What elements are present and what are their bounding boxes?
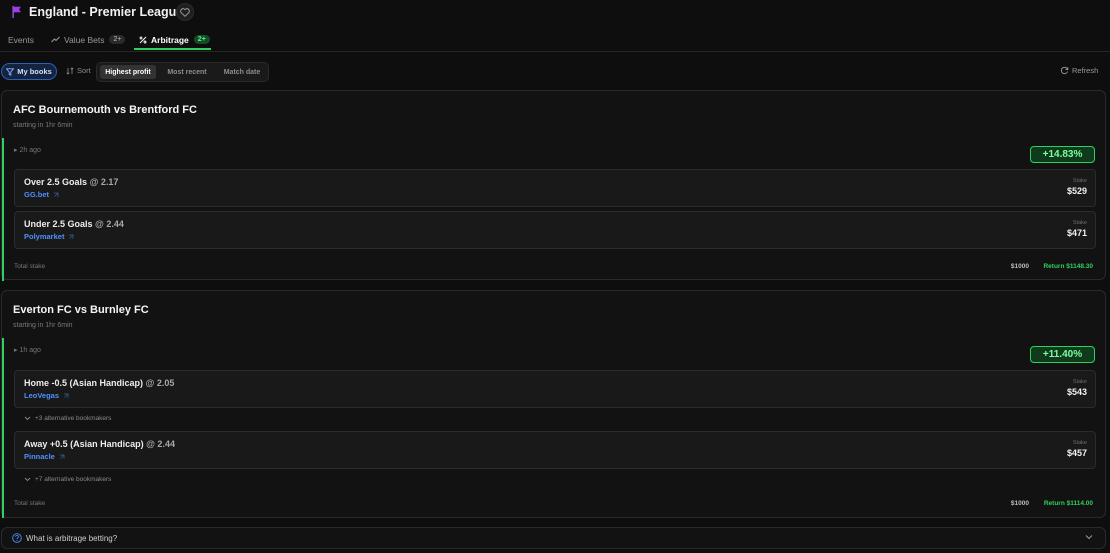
- external-link-icon: [59, 454, 65, 460]
- total-stake-value: $1000: [1010, 263, 1029, 270]
- page-header: England - Premier League: [0, 0, 1110, 26]
- toolbar: My books Sort Highest profit Most recent…: [0, 62, 1110, 82]
- external-link-icon: [53, 192, 59, 198]
- total-stake-value: $1000: [1010, 500, 1029, 507]
- match-title: Everton FC vs Burnley FC: [13, 304, 149, 316]
- total-stake-label: Total stake: [14, 263, 46, 270]
- tab-badge: 2+: [193, 35, 210, 44]
- stake-value: $529: [1066, 186, 1087, 196]
- match-start-time: starting in 1hr 6min: [13, 322, 73, 329]
- sort-most-recent[interactable]: Most recent: [159, 65, 215, 79]
- accent-bar: [2, 138, 4, 281]
- sort-match-date[interactable]: Match date: [217, 65, 267, 79]
- sort-icon: [66, 66, 74, 75]
- refresh-button[interactable]: Refresh: [1060, 66, 1098, 75]
- match-title: AFC Bournemouth vs Brentford FC: [13, 104, 197, 116]
- heart-icon: [180, 7, 190, 17]
- stake-label: Stake: [1072, 178, 1087, 184]
- tab-label: Events: [8, 34, 34, 45]
- bet-leg[interactable]: Away +0.5 (Asian Handicap) @ 2.44 Pinnac…: [14, 431, 1096, 469]
- tab-badge: 2+: [109, 35, 126, 44]
- external-link-icon: [68, 234, 74, 240]
- external-link-icon: [63, 393, 69, 399]
- stake-label: Stake: [1072, 440, 1087, 446]
- found-ago: ▸ 1h ago: [14, 347, 41, 354]
- bookmaker-link[interactable]: Polymarket: [24, 232, 74, 241]
- flag-icon: [12, 6, 21, 18]
- chevron-down-icon: [24, 416, 31, 421]
- leg-market: Over 2.5 Goals @ 2.17: [24, 177, 119, 187]
- favorite-button[interactable]: [176, 3, 194, 21]
- stake-value: $471: [1066, 228, 1087, 238]
- bookmaker-link[interactable]: Pinnacle: [24, 452, 65, 461]
- found-ago: ▸ 2h ago: [14, 147, 41, 154]
- sort-highest-profit[interactable]: Highest profit: [100, 65, 156, 79]
- tab-value-bets[interactable]: Value Bets 2+: [51, 28, 126, 51]
- percent-icon: [139, 36, 147, 44]
- help-icon: [12, 533, 22, 543]
- stake-value: $457: [1066, 448, 1087, 458]
- bookmaker-link[interactable]: GG.bet: [24, 190, 59, 199]
- faq-question: What is arbitrage betting?: [26, 534, 118, 543]
- bet-leg[interactable]: Over 2.5 Goals @ 2.17 GG.bet Stake $529: [14, 169, 1096, 207]
- stake-label: Stake: [1072, 379, 1087, 385]
- leg-market: Away +0.5 (Asian Handicap) @ 2.44: [24, 439, 175, 449]
- active-tab-indicator: [134, 48, 211, 50]
- refresh-icon: [1060, 66, 1069, 75]
- bookmaker-link[interactable]: LeoVegas: [24, 391, 69, 400]
- my-books-button[interactable]: My books: [1, 63, 57, 80]
- profit-badge: +14.83%: [1030, 146, 1095, 163]
- trend-icon: [51, 36, 60, 43]
- alternative-bookmakers-toggle[interactable]: +3 alternative bookmakers: [24, 415, 111, 422]
- tab-label: Value Bets: [64, 34, 105, 45]
- accent-bar: [2, 338, 4, 518]
- filter-icon: [6, 67, 15, 76]
- match-start-time: starting in 1hr 6min: [13, 122, 73, 129]
- total-return-value: Return $1114.00: [1043, 500, 1093, 507]
- alternative-bookmakers-toggle[interactable]: +7 alternative bookmakers: [24, 476, 111, 483]
- tab-events[interactable]: Events: [8, 28, 34, 51]
- sort-label: Sort: [66, 66, 91, 75]
- stake-value: $543: [1066, 387, 1087, 397]
- tab-bar: Events Value Bets 2+ Arbitrage 2+: [0, 28, 1110, 52]
- chevron-down-icon: [24, 477, 31, 482]
- leg-market: Under 2.5 Goals @ 2.44: [24, 219, 124, 229]
- chevron-down-icon: [1085, 535, 1093, 540]
- arbitrage-card: Everton FC vs Burnley FC starting in 1hr…: [1, 290, 1106, 518]
- leg-market: Home -0.5 (Asian Handicap) @ 2.05: [24, 378, 175, 388]
- sort-options: Highest profit Most recent Match date: [96, 62, 269, 82]
- arbitrage-card: AFC Bournemouth vs Brentford FC starting…: [1, 90, 1106, 281]
- total-return-value: Return $1148.30: [1043, 263, 1093, 270]
- my-books-label: My books: [17, 67, 52, 76]
- tab-label: Arbitrage: [151, 34, 189, 45]
- league-title: England - Premier League: [29, 5, 184, 19]
- stake-label: Stake: [1072, 220, 1087, 226]
- bet-leg[interactable]: Under 2.5 Goals @ 2.44 Polymarket Stake …: [14, 211, 1096, 249]
- profit-badge: +11.40%: [1030, 346, 1095, 363]
- arbitrage-faq-accordion[interactable]: What is arbitrage betting?: [1, 527, 1106, 549]
- bet-leg[interactable]: Home -0.5 (Asian Handicap) @ 2.05 LeoVeg…: [14, 370, 1096, 408]
- total-stake-label: Total stake: [14, 500, 46, 507]
